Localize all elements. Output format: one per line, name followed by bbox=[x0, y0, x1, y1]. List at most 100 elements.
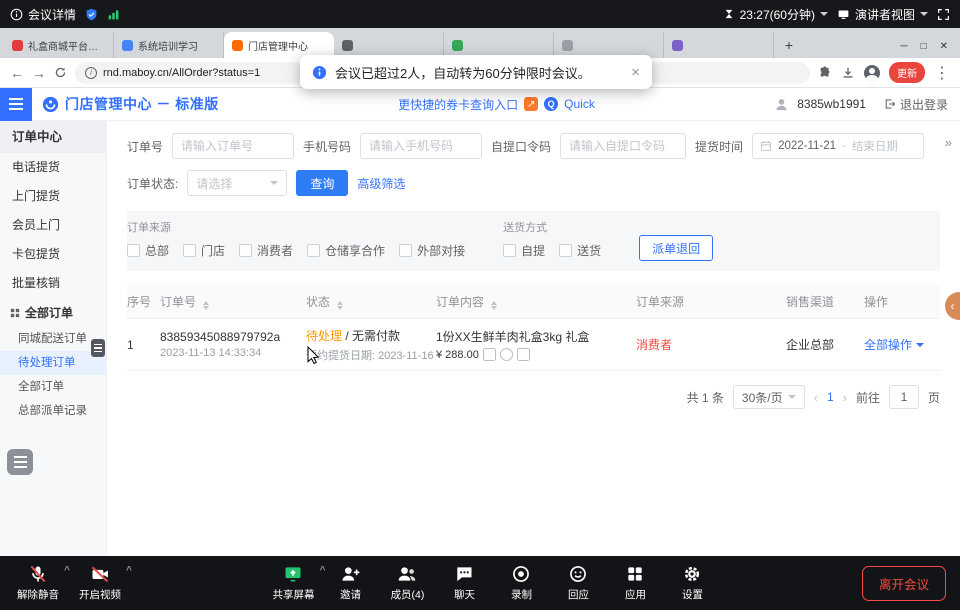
table-row[interactable]: 1 83859345088979792a 2023-11-13 14:33:34… bbox=[127, 319, 940, 371]
sidebar-item-all-orders[interactable]: 全部订单 bbox=[0, 375, 106, 399]
control-label: 成员(4) bbox=[391, 587, 425, 602]
members-button[interactable]: 成员(4) bbox=[383, 564, 431, 602]
checkbox-store[interactable]: 门店 bbox=[183, 242, 225, 259]
sidebar-toggle-button[interactable] bbox=[0, 88, 32, 121]
checkbox-label: 消费者 bbox=[257, 242, 293, 259]
pagination: 共 1 条 30条/页 ‹ 1 › 前往 页 bbox=[127, 385, 940, 409]
invite-button[interactable]: 邀请 bbox=[326, 564, 374, 602]
chevron-up-icon[interactable]: ^ bbox=[64, 565, 70, 576]
checkbox-warehouse-coop[interactable]: 仓储享合作 bbox=[307, 242, 385, 259]
chat-button[interactable]: 聊天 bbox=[440, 564, 488, 602]
page-size-select[interactable]: 30条/页 bbox=[733, 385, 805, 409]
user-avatar-icon[interactable] bbox=[774, 97, 789, 112]
browser-tab[interactable] bbox=[664, 32, 774, 58]
checkbox-hq[interactable]: 总部 bbox=[127, 242, 169, 259]
sidebar-item-phone-pickup[interactable]: 电话提货 bbox=[0, 153, 106, 182]
phone-input[interactable] bbox=[360, 133, 482, 159]
external-link-icon[interactable]: ↗ bbox=[524, 97, 538, 111]
minimize-icon[interactable]: ─ bbox=[900, 41, 907, 52]
sidebar-item-member-visit[interactable]: 会员上门 bbox=[0, 211, 106, 240]
device-icon[interactable] bbox=[517, 348, 530, 361]
unmute-button[interactable]: 解除静音 ^ bbox=[14, 564, 62, 602]
chevron-up-icon[interactable]: ^ bbox=[320, 565, 326, 576]
dispatch-return-button[interactable]: 派单退回 bbox=[639, 235, 713, 261]
shield-check-icon[interactable] bbox=[85, 8, 98, 21]
checkbox-consumer[interactable]: 消费者 bbox=[239, 242, 293, 259]
browser-update-button[interactable]: 更新 bbox=[889, 62, 925, 83]
gift-icon[interactable] bbox=[500, 348, 513, 361]
share-screen-button[interactable]: 共享屏幕 ^ bbox=[269, 564, 317, 602]
extensions-icon[interactable] bbox=[818, 66, 832, 80]
kebab-menu-icon[interactable]: ⋮ bbox=[934, 63, 950, 83]
column-header-order-no[interactable]: 订单号 bbox=[160, 293, 306, 310]
reaction-button[interactable]: 回应 bbox=[554, 564, 602, 602]
record-button[interactable]: 录制 bbox=[497, 564, 545, 602]
sidebar-item-card-pickup[interactable]: 卡包提货 bbox=[0, 240, 106, 269]
fullscreen-icon[interactable] bbox=[937, 8, 950, 21]
pickup-code-input[interactable] bbox=[560, 133, 686, 159]
sort-icon[interactable] bbox=[491, 301, 497, 310]
start-video-button[interactable]: 开启视频 ^ bbox=[76, 564, 124, 602]
app-header: 门店管理中心 － 标准版 更快捷的券卡查询入口 ↗ Q Quick 8385wb… bbox=[0, 88, 960, 121]
sidebar-item-batch-verify[interactable]: 批量核销 bbox=[0, 269, 106, 298]
date-range-picker[interactable]: 2022-11-21 - 结束日期 bbox=[752, 133, 924, 159]
promo-link[interactable]: 更快捷的券卡查询入口 bbox=[398, 96, 518, 113]
network-signal-icon[interactable] bbox=[107, 8, 120, 21]
browser-tab[interactable]: 系统培训学习 bbox=[114, 32, 224, 58]
settings-button[interactable]: 设置 bbox=[668, 564, 716, 602]
browser-tab[interactable]: 礼盒商城平台管理中心 bbox=[4, 32, 114, 58]
quick-link[interactable]: Quick bbox=[564, 97, 595, 111]
apps-button[interactable]: 应用 bbox=[611, 564, 659, 602]
site-info-icon[interactable]: i bbox=[85, 67, 97, 79]
banner-close-icon[interactable]: × bbox=[631, 64, 640, 81]
meeting-timer[interactable]: 23:27(60分钟) bbox=[723, 6, 828, 23]
checkbox-external[interactable]: 外部对接 bbox=[399, 242, 465, 259]
forward-icon[interactable]: → bbox=[32, 66, 46, 80]
sidebar-item-hq-dispatch-records[interactable]: 总部派单记录 bbox=[0, 399, 106, 423]
view-mode-selector[interactable]: 演讲者视图 bbox=[837, 6, 928, 23]
search-button[interactable]: 查询 bbox=[296, 170, 348, 196]
download-icon[interactable] bbox=[841, 66, 855, 80]
sort-icon[interactable] bbox=[337, 301, 343, 310]
next-page-button[interactable]: › bbox=[843, 390, 847, 405]
column-header-content[interactable]: 订单内容 bbox=[436, 293, 636, 310]
logout-button[interactable]: 退出登录 bbox=[884, 96, 948, 113]
checkbox-self-pickup[interactable]: 自提 bbox=[503, 242, 545, 259]
checkbox-delivery[interactable]: 送货 bbox=[559, 242, 601, 259]
gear-icon bbox=[682, 564, 702, 584]
profile-avatar[interactable] bbox=[864, 65, 880, 81]
column-header-channel: 销售渠道 bbox=[786, 293, 864, 310]
new-tab-button[interactable]: + bbox=[778, 34, 800, 56]
image-attachment-icon[interactable] bbox=[483, 348, 496, 361]
goto-page-input[interactable] bbox=[889, 385, 919, 409]
meeting-bottom-bar: 解除静音 ^ 开启视频 ^ 共享屏幕 ^ bbox=[0, 556, 960, 610]
sort-icon[interactable] bbox=[203, 301, 209, 310]
drag-handle-icon[interactable] bbox=[91, 339, 105, 357]
leave-meeting-button[interactable]: 离开会议 bbox=[862, 566, 946, 601]
order-no-input[interactable] bbox=[172, 133, 294, 159]
sidebar-item-door-pickup[interactable]: 上门提货 bbox=[0, 182, 106, 211]
chevron-up-icon[interactable]: ^ bbox=[126, 565, 132, 576]
floating-menu-icon[interactable] bbox=[7, 449, 33, 475]
reload-icon[interactable] bbox=[54, 66, 67, 79]
collapse-filters-icon[interactable]: » bbox=[945, 135, 952, 150]
close-icon[interactable]: ✕ bbox=[940, 41, 948, 52]
back-icon[interactable]: ← bbox=[10, 66, 24, 80]
cell-content: 1份XX生鲜羊肉礼盒3kg 礼盒 ¥ 288.00 bbox=[436, 328, 636, 361]
date-separator: - bbox=[842, 140, 846, 152]
all-actions-dropdown[interactable]: 全部操作 bbox=[864, 336, 924, 353]
phone-label: 手机号码 bbox=[303, 138, 351, 155]
current-page[interactable]: 1 bbox=[827, 390, 834, 404]
username[interactable]: 8385wb1991 bbox=[797, 97, 866, 111]
checkbox-icon bbox=[399, 244, 412, 257]
advanced-filter-link[interactable]: 高级筛选 bbox=[357, 175, 405, 192]
prev-page-button[interactable]: ‹ bbox=[814, 390, 818, 405]
sidebar-group-all-orders[interactable]: 全部订单 bbox=[0, 298, 106, 327]
order-status-select[interactable]: 请选择 bbox=[187, 170, 287, 196]
info-badge-icon bbox=[312, 65, 327, 80]
meeting-info-button[interactable]: 会议详情 bbox=[10, 6, 76, 23]
reaction-icon bbox=[568, 564, 588, 584]
order-no-value[interactable]: 83859345088979792a bbox=[160, 330, 306, 344]
column-header-status[interactable]: 状态 bbox=[306, 293, 436, 310]
maximize-icon[interactable]: □ bbox=[921, 41, 927, 52]
